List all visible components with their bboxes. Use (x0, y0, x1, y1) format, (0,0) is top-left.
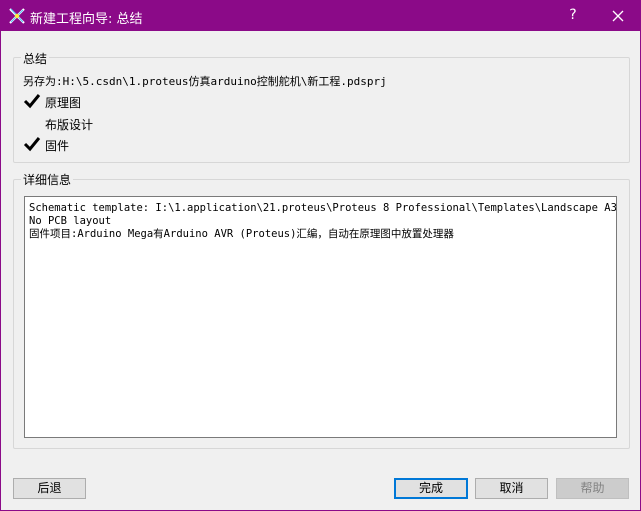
summary-item-schematic: 原理图 (45, 96, 82, 110)
cancel-button[interactable]: 取消 (475, 478, 548, 499)
window-title: 新建工程向导: 总结 (30, 12, 143, 27)
details-group-title: 详细信息 (21, 171, 74, 188)
wizard-window: 新建工程向导: 总结 ? 总结 另存为:H:\5.csdn\1.proteus仿… (0, 0, 641, 511)
summary-item-pcb: 布版设计 (45, 118, 94, 132)
finish-button[interactable]: 完成 (394, 478, 468, 499)
close-button[interactable] (598, 0, 638, 31)
close-icon (612, 10, 624, 21)
checkmark-icon (23, 137, 41, 152)
summary-item-firmware: 固件 (45, 139, 70, 153)
details-line-pcb: No PCB layout (29, 215, 112, 227)
details-line-template: Schematic template: I:\1.application\21.… (29, 202, 617, 214)
save-as-path: 另存为:H:\5.csdn\1.proteus仿真arduino控制舵机\新工程… (23, 75, 387, 88)
dialog-client: 总结 另存为:H:\5.csdn\1.proteus仿真arduino控制舵机\… (1, 31, 640, 510)
back-button[interactable]: 后退 (13, 478, 86, 499)
proteus-app-icon (9, 8, 25, 24)
summary-group-title: 总结 (21, 50, 50, 67)
title-bar[interactable]: 新建工程向导: 总结 ? (0, 0, 641, 31)
title-help-button[interactable]: ? (560, 0, 586, 31)
help-button[interactable]: 帮助 (556, 478, 629, 499)
details-line-firmware: 固件项目:Arduino Mega有Arduino AVR (Proteus)汇… (29, 228, 454, 240)
details-textbox[interactable]: Schematic template: I:\1.application\21.… (24, 196, 617, 438)
checkmark-icon (23, 94, 41, 109)
